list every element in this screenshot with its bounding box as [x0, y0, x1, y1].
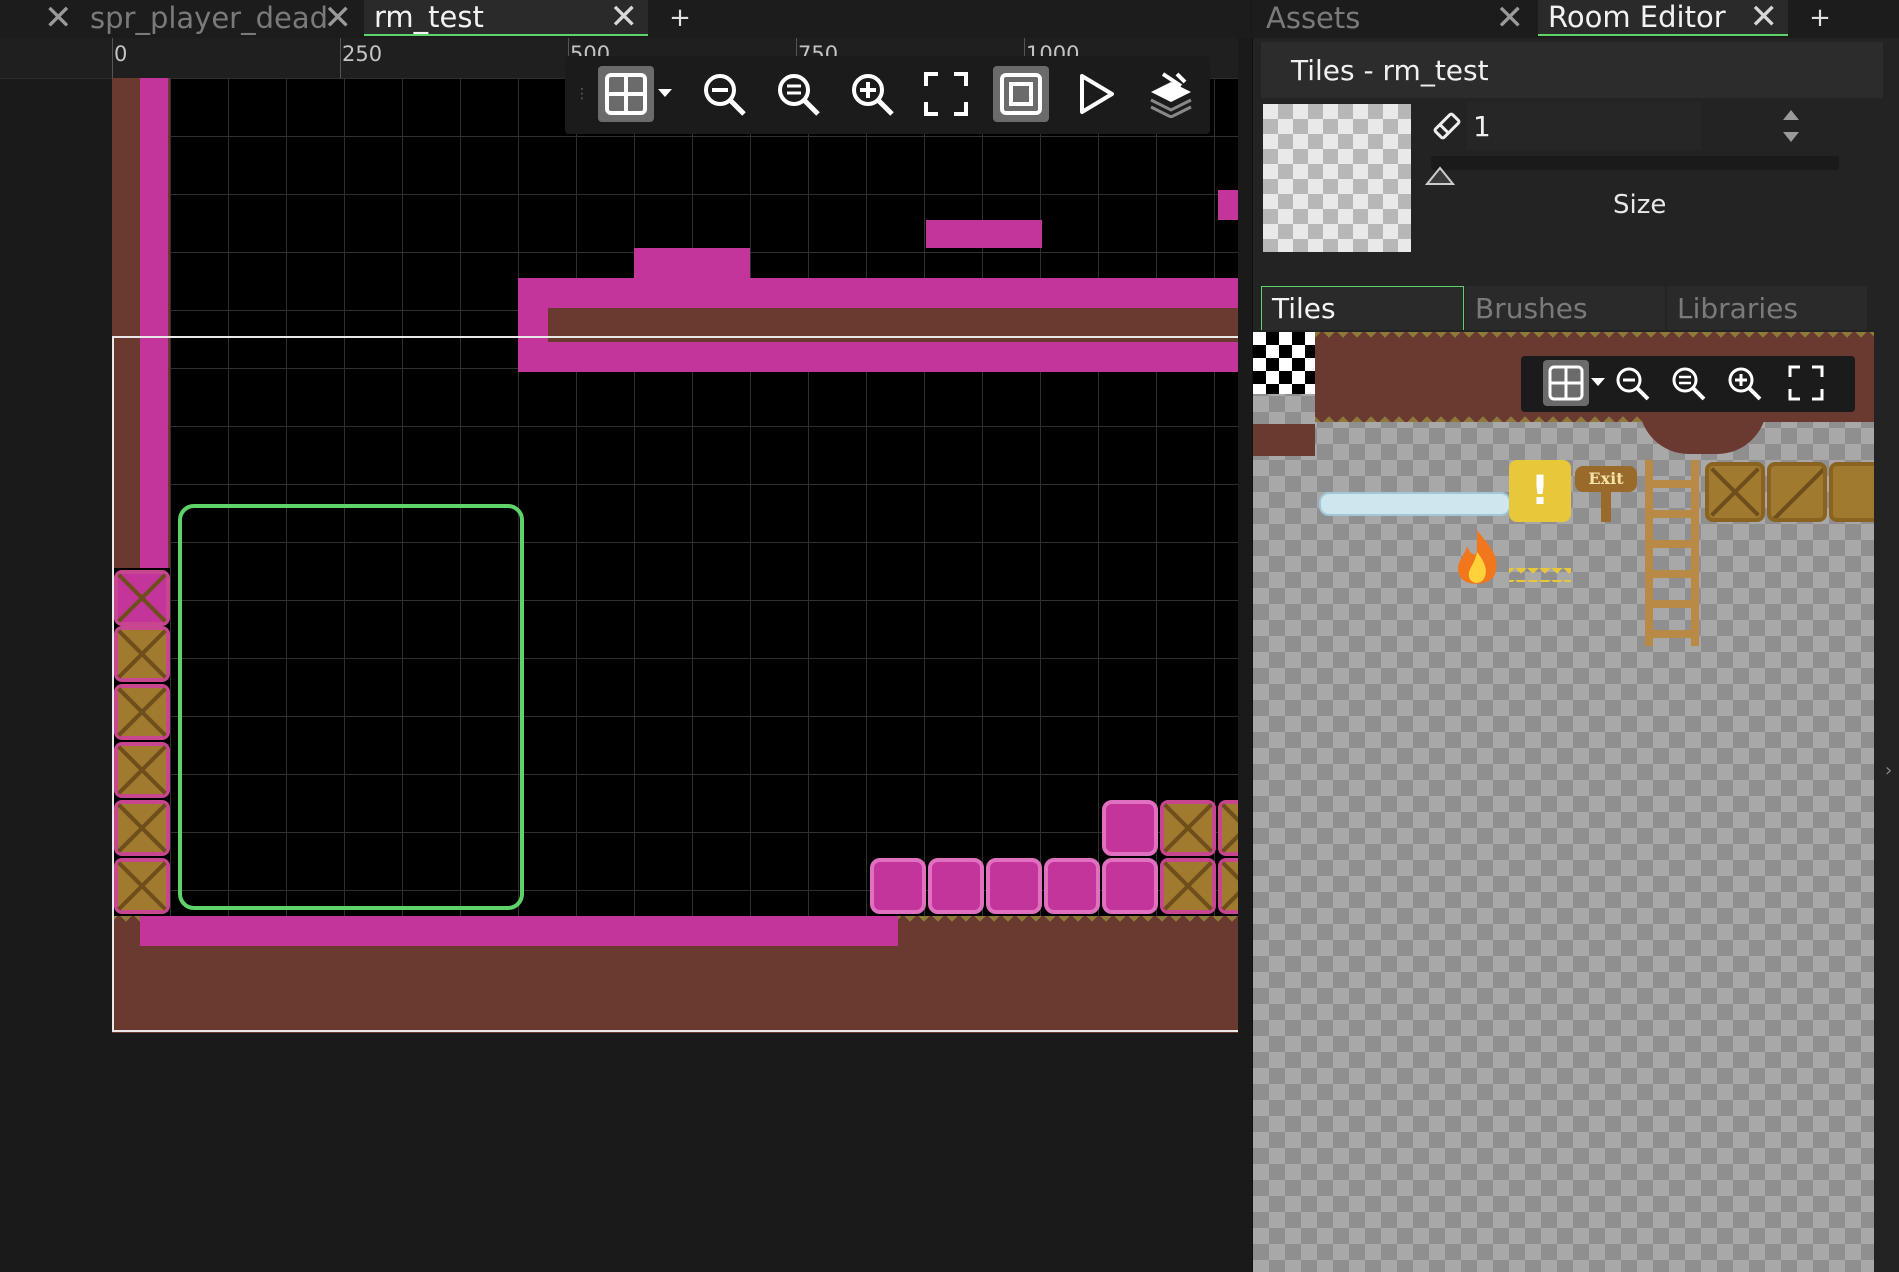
tileset-view[interactable]: ! Exit — [1253, 332, 1874, 1272]
subtab-brushes[interactable]: Brushes — [1465, 286, 1665, 330]
tab-assets[interactable]: Assets ✕ — [1252, 0, 1534, 36]
brush-size-value: 1 — [1473, 109, 1491, 143]
panel-collapse-handle[interactable]: › — [1885, 760, 1899, 790]
tileset-zoom-in-button[interactable] — [1721, 360, 1767, 406]
eraser-icon[interactable] — [1431, 110, 1463, 142]
zoom-in-icon — [852, 74, 894, 116]
tile-highlight — [634, 248, 750, 278]
subtab-tiles[interactable]: Tiles — [1261, 286, 1464, 330]
zoom-reset-button[interactable] — [770, 66, 826, 122]
panel-tab-bar: Assets ✕ Room Editor ✕ + — [1252, 0, 1899, 38]
chevron-down-icon — [658, 89, 672, 97]
brush-size-field[interactable]: 1 — [1467, 102, 1701, 150]
zoom-out-button[interactable] — [696, 66, 752, 122]
tileset-grid-toggle-button[interactable] — [1543, 360, 1589, 406]
chevron-right-icon: › — [1885, 760, 1893, 781]
tab-rm-test[interactable]: rm_test ✕ — [364, 0, 648, 36]
slider-handle-icon[interactable] — [1425, 164, 1455, 186]
brush-size-stepper[interactable] — [1779, 104, 1803, 148]
tile-highlight — [1218, 190, 1238, 220]
dirt-tile[interactable] — [1253, 424, 1315, 456]
brush-preview — [1263, 104, 1411, 252]
tileset-fit-view-button[interactable] — [1783, 360, 1829, 406]
add-tab-button[interactable]: + — [1792, 0, 1848, 36]
tab-room-editor[interactable]: Room Editor ✕ — [1538, 0, 1788, 36]
exit-sign-label: Exit — [1575, 466, 1637, 492]
size-label: Size — [1613, 190, 1667, 220]
tileset-zoom-out-button[interactable] — [1609, 360, 1655, 406]
fullscreen-icon — [924, 72, 968, 116]
close-icon[interactable]: ✕ — [44, 1, 73, 35]
zoom-reset-icon — [778, 74, 820, 116]
crate-edge-tile[interactable] — [1829, 462, 1874, 522]
close-icon[interactable]: ✕ — [1750, 0, 1779, 34]
subtab-libraries[interactable]: Libraries — [1667, 286, 1867, 330]
grass-edge — [1315, 332, 1874, 342]
ladder-tile[interactable] — [1641, 460, 1703, 646]
close-icon[interactable]: ✕ — [1496, 1, 1525, 35]
stepper-arrows-icon — [1783, 110, 1799, 142]
alert-block-tile[interactable]: ! — [1509, 460, 1571, 522]
toggle-frame-button[interactable] — [993, 66, 1049, 122]
grid-toggle-button[interactable] — [598, 66, 654, 122]
play-icon — [1080, 74, 1114, 114]
add-tab-button[interactable]: + — [652, 0, 708, 36]
tile-highlight — [926, 220, 1042, 248]
fit-view-button[interactable] — [918, 66, 974, 122]
document-tab-bar: ✕ spr_player_dead ✕ rm_test ✕ + — [0, 0, 1250, 38]
zoom-reset-icon — [1672, 367, 1706, 401]
fire-tile[interactable] — [1449, 528, 1505, 590]
grid-icon — [1548, 365, 1584, 401]
tab-label: Room Editor — [1548, 0, 1726, 34]
plank-tile[interactable] — [1767, 462, 1827, 522]
layers-button[interactable] — [1143, 66, 1199, 122]
size-slider-track[interactable] — [1431, 156, 1839, 170]
tab-spr-player-dead[interactable]: spr_player_dead ✕ — [80, 0, 362, 36]
room-toolbar: ⋮ — [565, 56, 1210, 134]
chevron-down-icon[interactable] — [1591, 378, 1605, 388]
empty-tile[interactable] — [1253, 332, 1315, 394]
ice-tile[interactable] — [1319, 492, 1511, 516]
exit-sign-tile[interactable]: Exit — [1575, 462, 1637, 524]
zoom-in-icon — [1728, 367, 1762, 401]
fullscreen-icon — [1788, 365, 1824, 401]
tileset-zoom-reset-button[interactable] — [1665, 360, 1711, 406]
spike-tile[interactable] — [1509, 568, 1571, 582]
tab-label: Assets — [1266, 1, 1361, 35]
grid-dropdown-button[interactable] — [655, 66, 675, 122]
tab-label: spr_player_dead — [90, 1, 329, 35]
crate-tile[interactable] — [1705, 462, 1765, 522]
ruler-tick-label: 0 — [114, 42, 128, 66]
tab-unnamed[interactable]: ✕ — [0, 0, 80, 36]
tileset-toolbar — [1521, 356, 1855, 412]
panel-title: Tiles - rm_test — [1261, 42, 1883, 98]
grass-edge — [1315, 412, 1695, 422]
ruler-tick-label: 250 — [342, 42, 383, 66]
tiles-panel: Tiles - rm_test 1 Size Tiles Brushes Lib… — [1252, 38, 1899, 1272]
close-icon[interactable]: ✕ — [610, 0, 639, 34]
selection-rectangle[interactable] — [178, 504, 524, 910]
tab-label: rm_test — [374, 0, 484, 34]
zoom-in-button[interactable] — [844, 66, 900, 122]
close-icon[interactable]: ✕ — [324, 1, 353, 35]
drag-handle-icon[interactable]: ⋮ — [575, 86, 589, 102]
zoom-out-icon — [704, 74, 746, 116]
play-button[interactable] — [1068, 66, 1124, 122]
tile-highlight — [518, 278, 1238, 308]
room-canvas[interactable] — [112, 78, 1238, 1033]
grid-icon — [605, 73, 647, 115]
zoom-out-icon — [1616, 367, 1650, 401]
layers-icon — [1150, 72, 1192, 118]
frame-icon — [1000, 73, 1042, 115]
